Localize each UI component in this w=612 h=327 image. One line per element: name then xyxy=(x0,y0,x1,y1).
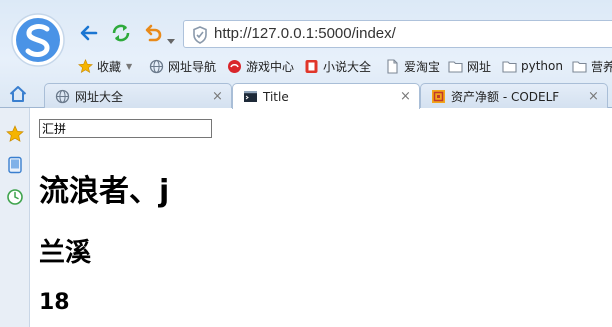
book-icon xyxy=(304,59,319,74)
codelf-icon xyxy=(431,89,446,104)
bookmark-label: 网址导航 xyxy=(168,59,217,74)
star-icon xyxy=(78,58,93,74)
page-heading-3: 18 xyxy=(39,290,70,315)
tab-wangzhi-daquan[interactable]: 网址大全 × xyxy=(44,83,232,108)
bookmark-label: 收藏 xyxy=(97,59,122,74)
address-bar[interactable]: http://127.0.0.1:5000/index/ xyxy=(183,20,612,48)
close-icon[interactable]: × xyxy=(588,89,599,104)
history-clock-icon[interactable] xyxy=(6,188,24,206)
browser-chrome: http://127.0.0.1:5000/index/ 收藏 ▼ 网址导航 游… xyxy=(0,0,612,109)
globe-icon xyxy=(55,89,70,104)
globe-icon xyxy=(149,59,164,74)
sidebar xyxy=(0,108,30,327)
close-icon[interactable]: × xyxy=(400,89,411,104)
tab-label: 网址大全 xyxy=(75,89,124,104)
bookmark-favorites[interactable]: 收藏 ▼ xyxy=(78,56,132,76)
bookmarks-bar: 收藏 ▼ 网址导航 游戏中心 小说大全 爱淘宝 网址 python 营养 xyxy=(78,56,612,76)
tab-title[interactable]: Title × xyxy=(232,83,420,109)
sogou-browser-logo-icon[interactable] xyxy=(10,12,66,68)
bookmark-label: 爱淘宝 xyxy=(404,59,441,74)
game-icon xyxy=(227,59,242,74)
chevron-down-icon[interactable] xyxy=(167,30,175,44)
page-icon xyxy=(385,58,400,74)
folder-icon xyxy=(448,59,463,74)
home-icon[interactable] xyxy=(8,84,28,104)
page-heading-1: 流浪者、j xyxy=(39,174,170,209)
tab-codelf[interactable]: 资产净额 - CODELF × xyxy=(420,83,608,108)
page-content: 流浪者、j 兰溪 18 xyxy=(31,108,612,327)
bookmark-aitaobao[interactable]: 爱淘宝 xyxy=(385,56,440,76)
bookmark-folder-nutrition[interactable]: 营养 xyxy=(572,56,612,76)
bookmark-label: python xyxy=(521,59,563,73)
refresh-icon[interactable] xyxy=(110,22,132,44)
bookmark-label: 游戏中心 xyxy=(246,59,295,74)
favorites-star-icon[interactable] xyxy=(6,125,24,143)
text-input[interactable] xyxy=(39,119,212,138)
bookmark-label: 网址 xyxy=(467,59,492,74)
page-heading-2: 兰溪 xyxy=(39,238,92,268)
bookmark-folder-wangzhi[interactable]: 网址 xyxy=(448,56,491,76)
url-text[interactable]: http://127.0.0.1:5000/index/ xyxy=(214,25,396,42)
chevron-down-icon: ▼ xyxy=(126,61,133,71)
bookmark-nav[interactable]: 网址导航 xyxy=(149,56,216,76)
bookmark-novels[interactable]: 小说大全 xyxy=(304,56,371,76)
tab-strip: 网址大全 × Title × 资产净额 - CODELF × xyxy=(0,80,612,109)
bookmark-folder-python[interactable]: python xyxy=(502,56,563,76)
back-icon[interactable] xyxy=(78,22,100,44)
bookmark-label: 小说大全 xyxy=(323,59,372,74)
undo-close-tab-icon[interactable] xyxy=(142,22,164,44)
bookmark-games[interactable]: 游戏中心 xyxy=(227,56,294,76)
terminal-icon xyxy=(243,89,258,104)
close-icon[interactable]: × xyxy=(212,89,223,104)
tab-label: 资产净额 - CODELF xyxy=(451,89,560,104)
tab-label: Title xyxy=(263,89,289,104)
bookmark-label: 营养 xyxy=(591,59,612,74)
shield-icon[interactable] xyxy=(192,26,208,44)
folder-icon xyxy=(502,59,517,74)
folder-icon xyxy=(572,59,587,74)
reading-tablet-icon[interactable] xyxy=(6,156,24,174)
